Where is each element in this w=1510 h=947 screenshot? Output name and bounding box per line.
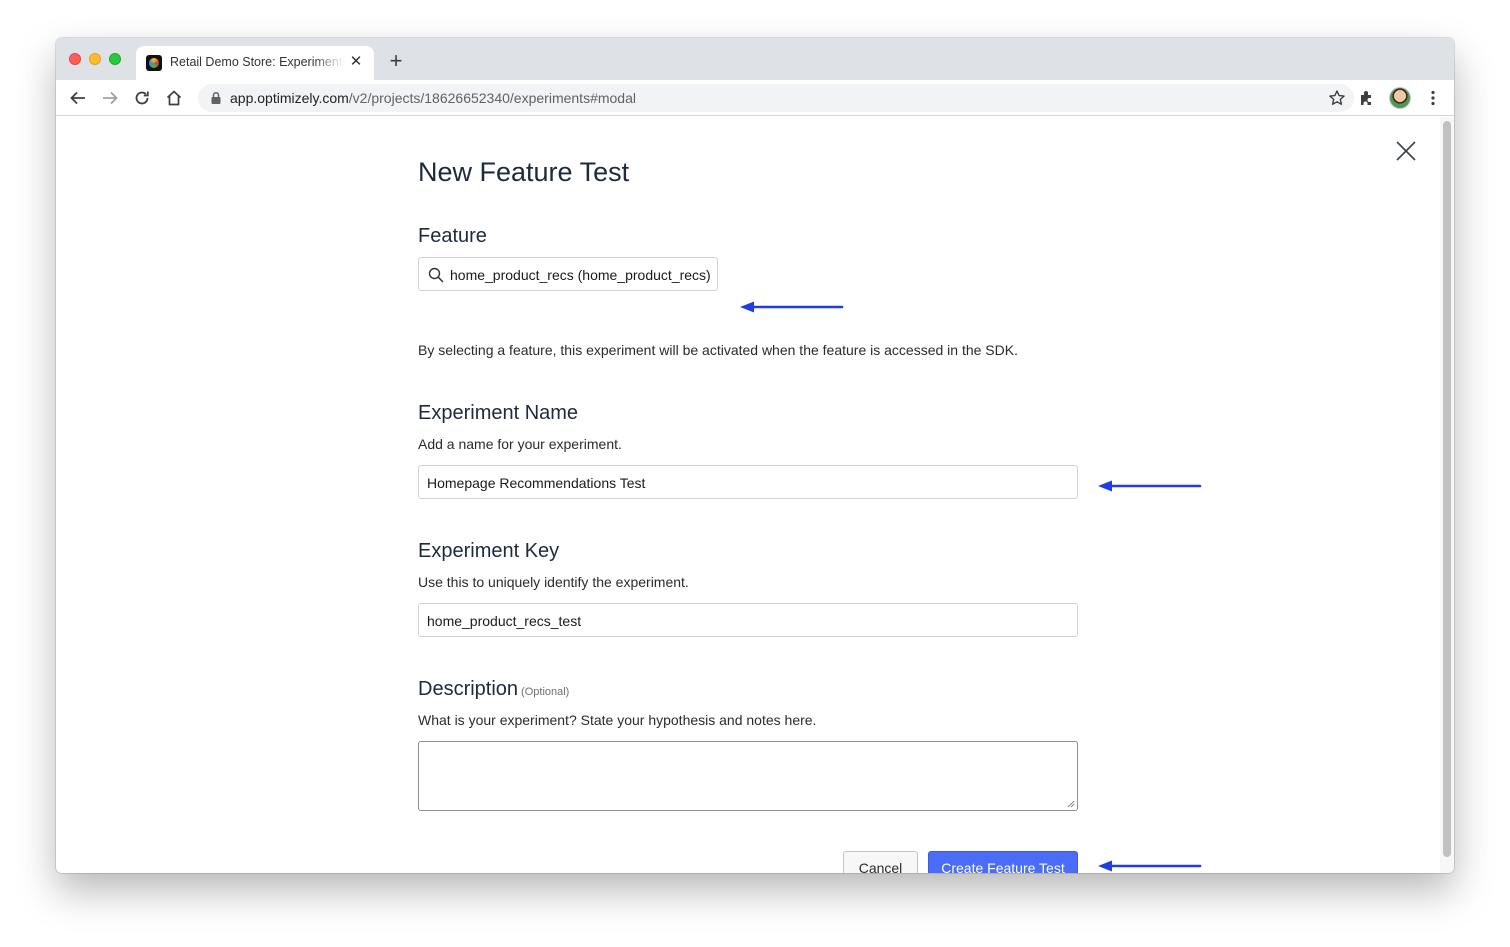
window-zoom-button[interactable]	[109, 53, 121, 65]
experiment-name-help-text: Add a name for your experiment.	[418, 436, 622, 452]
window-minimize-button[interactable]	[89, 53, 101, 65]
browser-window: Retail Demo Store: Experiments ✕ + app.o…	[56, 38, 1454, 873]
description-help-text: What is your experiment? State your hypo…	[418, 712, 817, 728]
browser-toolbar: app.optimizely.com/v2/projects/186266523…	[56, 80, 1454, 116]
tab-strip: Retail Demo Store: Experiments ✕ +	[56, 38, 1454, 80]
experiment-name-heading: Experiment Name	[418, 402, 579, 424]
feature-search-value: home_product_recs (home_product_recs)	[450, 267, 711, 283]
url-host: app.optimizely.com	[230, 90, 349, 106]
create-feature-test-button[interactable]: Create Feature Test	[928, 851, 1078, 873]
feature-help-text: By selecting a feature, this experiment …	[418, 342, 1018, 358]
address-bar[interactable]: app.optimizely.com/v2/projects/186266523…	[198, 84, 1354, 112]
modal-title: New Feature Test	[418, 157, 630, 187]
reload-button[interactable]	[131, 87, 153, 109]
arrow-right-icon	[103, 91, 118, 105]
window-close-button[interactable]	[69, 53, 81, 65]
home-icon	[166, 90, 182, 106]
experiment-name-input[interactable]: Homepage Recommendations Test	[418, 465, 1078, 499]
feature-heading: Feature	[418, 225, 487, 247]
browser-tab[interactable]: Retail Demo Store: Experiments ✕	[136, 46, 374, 80]
feature-search-input[interactable]: home_product_recs (home_product_recs)	[418, 257, 718, 291]
arrow-left-icon	[70, 91, 85, 105]
bookmark-star-icon[interactable]	[1328, 89, 1346, 107]
new-tab-button[interactable]: +	[386, 50, 406, 72]
annotation-arrow-left-icon	[1098, 480, 1202, 492]
menu-kebab-icon[interactable]	[1424, 89, 1442, 107]
tab-close-icon[interactable]: ✕	[347, 53, 365, 71]
favicon-icon	[146, 55, 162, 71]
url-path: /v2/projects/18626652340/experiments#mod…	[348, 90, 636, 106]
tab-title: Retail Demo Store: Experiments	[170, 55, 344, 69]
annotation-arrow-left-icon	[740, 301, 844, 313]
annotation-arrow-left-icon	[1098, 860, 1202, 872]
lock-icon	[211, 91, 221, 104]
experiment-key-heading: Experiment Key	[418, 540, 560, 562]
extensions-icon[interactable]	[1358, 89, 1376, 107]
home-button[interactable]	[163, 87, 185, 109]
experiment-key-input[interactable]: home_product_recs_test	[418, 603, 1078, 637]
page-scrollbar[interactable]	[1440, 117, 1454, 873]
forward-button[interactable]	[99, 87, 121, 109]
close-icon[interactable]	[1396, 141, 1416, 161]
resize-grip-icon[interactable]	[1067, 800, 1075, 808]
search-icon	[428, 267, 444, 283]
description-heading-text: Description	[418, 678, 519, 700]
scrollbar-thumb[interactable]	[1443, 121, 1451, 857]
optional-label: (Optional)	[521, 686, 570, 698]
profile-avatar[interactable]	[1389, 87, 1411, 109]
cancel-button[interactable]: Cancel	[843, 851, 918, 873]
description-textarea[interactable]	[418, 741, 1078, 811]
modal-page: New Feature Test Feature home_product_re…	[56, 117, 1454, 873]
url-text: app.optimizely.com/v2/projects/186266523…	[230, 90, 636, 106]
experiment-key-help-text: Use this to uniquely identify the experi…	[418, 574, 689, 590]
description-heading: Description (Optional)	[418, 678, 569, 701]
reload-icon	[135, 91, 149, 105]
back-button[interactable]	[67, 87, 89, 109]
